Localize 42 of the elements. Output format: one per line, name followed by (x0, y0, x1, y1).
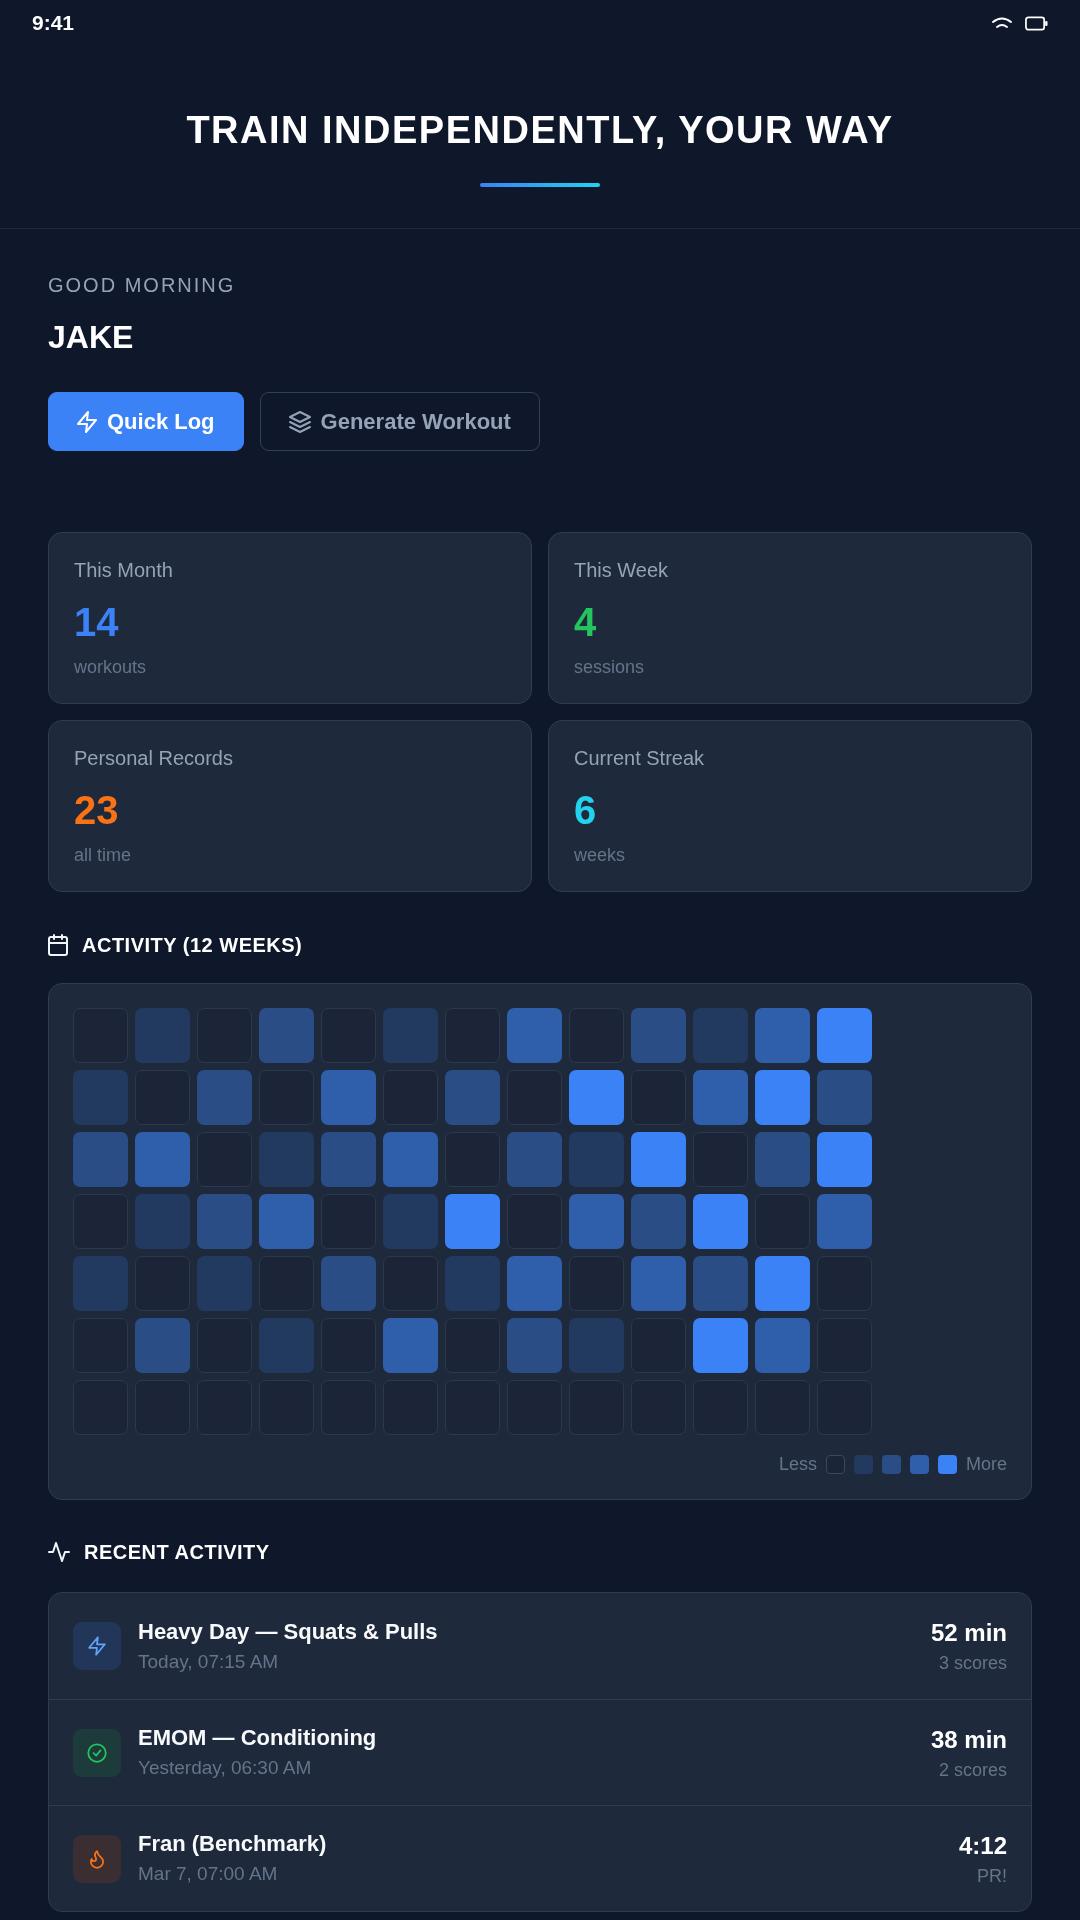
quick-log-button[interactable]: Quick Log (48, 392, 244, 451)
pulse-icon (48, 1542, 70, 1562)
stat-value: 6 (574, 788, 598, 832)
stat-unit: weeks (574, 844, 627, 866)
workout-time: Mar 7, 07:00 AM (138, 1862, 279, 1886)
section-title: RECENT ACTIVITY (84, 1540, 270, 1565)
calendar-icon (48, 934, 68, 956)
workout-detail: 2 scores (938, 1758, 1007, 1782)
stat-label: Current Streak (574, 746, 706, 770)
workout-time: Today, 07:15 AM (138, 1649, 280, 1674)
workout-detail: 3 scores (938, 1652, 1007, 1675)
flame-icon (73, 1834, 121, 1883)
workout-title: Heavy Day — Squats & Pulls (138, 1617, 439, 1646)
workout-time: Yesterday, 06:30 AM (138, 1756, 313, 1780)
generate-workout-button[interactable]: Generate Workout (259, 392, 540, 451)
workout-result: 4:12 (958, 1830, 1007, 1861)
stat-value: 4 (574, 600, 598, 644)
legend-more-label: More (966, 1453, 1007, 1476)
workout-title: EMOM — Conditioning (138, 1724, 378, 1752)
stat-unit: sessions (574, 656, 646, 678)
wifi-icon (992, 17, 1012, 29)
workout-title: Fran (Benchmark) (138, 1830, 328, 1858)
legend-less-label: Less (778, 1453, 817, 1476)
stat-value: 23 (74, 788, 120, 832)
lightning-bolt-icon (77, 410, 97, 433)
page-title: TRAIN INDEPENDENTLY, YOUR WAY (186, 108, 894, 153)
greeting-label: GOOD MORNING (48, 273, 237, 298)
battery-icon (1025, 15, 1048, 31)
layers-icon (288, 410, 311, 433)
stat-label: This Month (74, 558, 174, 582)
user-name: JAKE (48, 318, 135, 357)
stat-unit: workouts (74, 656, 148, 678)
lightning-bolt-icon (73, 1622, 121, 1670)
workout-result: 38 min (930, 1724, 1007, 1755)
workout-result: 52 min (930, 1618, 1007, 1648)
stat-label: This Week (574, 558, 670, 582)
section-title: ACTIVITY (12 WEEKS) (82, 933, 303, 958)
stat-unit: all time (74, 844, 132, 866)
status-time: 9:41 (32, 10, 75, 36)
stat-value: 14 (74, 600, 120, 644)
workout-detail: PR! (977, 1864, 1007, 1888)
stat-label: Personal Records (74, 746, 234, 770)
